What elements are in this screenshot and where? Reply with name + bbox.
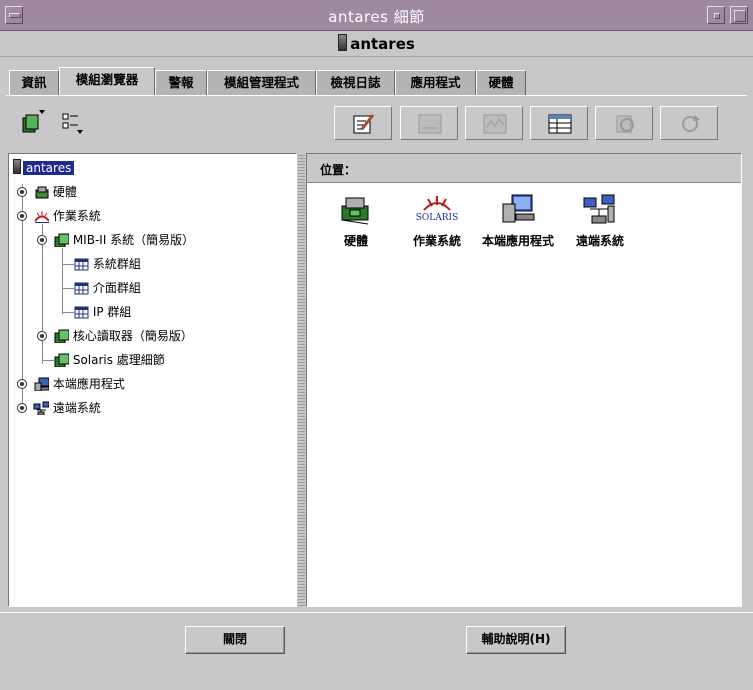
tree-item-hardware[interactable]: 硬體 xyxy=(33,182,77,202)
tree-connector xyxy=(62,248,63,314)
tree-item-mib2[interactable]: MIB-II 系統（簡易版） xyxy=(53,230,194,250)
tab-hardware[interactable]: 硬體 xyxy=(476,70,526,95)
tree-item-label: 介面群組 xyxy=(92,281,141,295)
tab-label: 硬體 xyxy=(488,75,514,90)
content-item-label: 硬體 xyxy=(343,234,368,248)
tree-view-button[interactable] xyxy=(17,108,47,138)
table-icon xyxy=(74,258,89,271)
minimize-button[interactable] xyxy=(707,6,725,24)
table-icon xyxy=(74,306,89,319)
content-item-label: 作業系統 xyxy=(412,234,461,248)
hardware-icon xyxy=(35,186,49,199)
tree-item-os[interactable]: 作業系統 xyxy=(33,206,101,226)
expander-icon[interactable] xyxy=(17,187,27,197)
tree-item-local-apps[interactable]: 本端應用程式 xyxy=(33,374,125,394)
graph-button[interactable] xyxy=(400,106,458,140)
module-tree[interactable]: antares 硬體 作業系統 MIB-II 系統（簡易版） 系統群組 介面群組… xyxy=(8,153,297,607)
edit-icon xyxy=(353,114,375,134)
host-icon xyxy=(338,34,348,51)
tab-info[interactable]: 資訊 xyxy=(9,70,59,95)
remote-system-icon xyxy=(33,401,50,416)
tree-item-kernel-reader[interactable]: 核心讀取器（簡易版） xyxy=(53,326,193,346)
content-item-label: 本端應用程式 xyxy=(481,234,554,248)
tree-item-label: 系統群組 xyxy=(92,257,141,271)
module-icon xyxy=(54,329,70,344)
tab-label: 資訊 xyxy=(21,75,47,90)
expander-icon[interactable] xyxy=(17,403,27,413)
host-icon xyxy=(13,159,21,174)
reload-icon xyxy=(682,115,700,132)
tree-item-label: antares xyxy=(23,161,75,175)
tree-item-solaris-process[interactable]: Solaris 處理細節 xyxy=(53,350,165,370)
tree-item-system-group[interactable]: 系統群組 xyxy=(73,254,141,274)
window-title: antares 細節 xyxy=(328,8,425,26)
tree-item-ip-group[interactable]: IP 群組 xyxy=(73,302,131,322)
tree-item-label: 遠端系統 xyxy=(52,401,101,415)
content-panel: 位置： 硬體 SOLARIS 作業系統 本端應用程式 遠端系統 xyxy=(306,153,742,607)
solaris-icon xyxy=(34,211,50,224)
tab-divider xyxy=(6,95,747,96)
host-name: antares xyxy=(0,34,753,53)
local-app-icon xyxy=(34,377,50,392)
expander-icon[interactable] xyxy=(17,211,27,221)
close-button[interactable]: 關閉 xyxy=(185,626,285,654)
maximize-icon xyxy=(734,10,746,22)
tree-connector xyxy=(42,224,43,364)
remote-system-icon xyxy=(583,194,615,224)
tab-view-log[interactable]: 檢視日誌 xyxy=(316,70,395,95)
tree-item-remote-systems[interactable]: 遠端系統 xyxy=(33,398,101,418)
tree-item-label: Solaris 處理細節 xyxy=(72,353,165,367)
table-icon xyxy=(548,114,572,134)
refresh-icon xyxy=(616,115,634,133)
graph-icon xyxy=(418,114,442,134)
hardware-icon xyxy=(341,197,369,225)
tab-label: 模組瀏覽器 xyxy=(75,72,139,87)
tree-item-label: 硬體 xyxy=(52,185,77,199)
table-icon xyxy=(74,282,89,295)
tab-module-browser[interactable]: 模組瀏覽器 xyxy=(59,67,155,96)
tab-applications[interactable]: 應用程式 xyxy=(395,70,476,95)
tree-item-label: 本端應用程式 xyxy=(52,377,125,391)
maximize-button[interactable] xyxy=(730,6,748,24)
host-name-text: antares xyxy=(350,35,415,53)
refresh-button[interactable] xyxy=(595,106,653,140)
local-app-icon xyxy=(502,194,535,223)
tab-label: 模組管理程式 xyxy=(223,75,299,90)
tab-module-manager[interactable]: 模組管理程式 xyxy=(207,70,316,95)
module-icon xyxy=(54,353,70,368)
panel-splitter[interactable] xyxy=(298,153,305,607)
tree-item-label: 作業系統 xyxy=(52,209,101,223)
tree-item-label: 核心讀取器（簡易版） xyxy=(72,329,193,343)
module-icon xyxy=(54,233,70,248)
table-view-button[interactable] xyxy=(530,106,588,140)
plot-icon xyxy=(483,114,507,134)
tree-item-label: MIB-II 系統（簡易版） xyxy=(72,233,195,247)
list-view-button[interactable] xyxy=(58,108,88,138)
tree-item-interface-group[interactable]: 介面群組 xyxy=(73,278,141,298)
location-label: 位置： xyxy=(320,163,357,177)
solaris-logo-text: SOLARIS xyxy=(415,213,459,223)
host-header: antares xyxy=(0,30,753,57)
tree-item-label: IP 群組 xyxy=(92,305,132,319)
reload-button[interactable] xyxy=(660,106,718,140)
tab-label: 應用程式 xyxy=(410,75,461,90)
tab-label: 警報 xyxy=(168,75,194,90)
content-item-label: 遠端系統 xyxy=(575,234,624,248)
help-button[interactable]: 輔助說明(H) xyxy=(466,626,566,654)
title-bar[interactable]: antares 細節 xyxy=(0,0,753,31)
expander-icon[interactable] xyxy=(37,235,47,245)
plot-button[interactable] xyxy=(465,106,523,140)
expander-icon[interactable] xyxy=(37,331,47,341)
minimize-icon xyxy=(714,13,720,19)
tree-view-icon xyxy=(22,110,45,133)
expander-icon[interactable] xyxy=(17,379,27,389)
bottom-divider xyxy=(0,612,753,613)
list-view-icon xyxy=(62,113,83,134)
tab-label: 檢視日誌 xyxy=(330,75,381,90)
edit-button[interactable] xyxy=(334,106,392,140)
tree-item-root[interactable]: antares xyxy=(13,158,75,178)
location-bar: 位置： xyxy=(307,154,741,183)
tab-alarms[interactable]: 警報 xyxy=(155,70,207,95)
